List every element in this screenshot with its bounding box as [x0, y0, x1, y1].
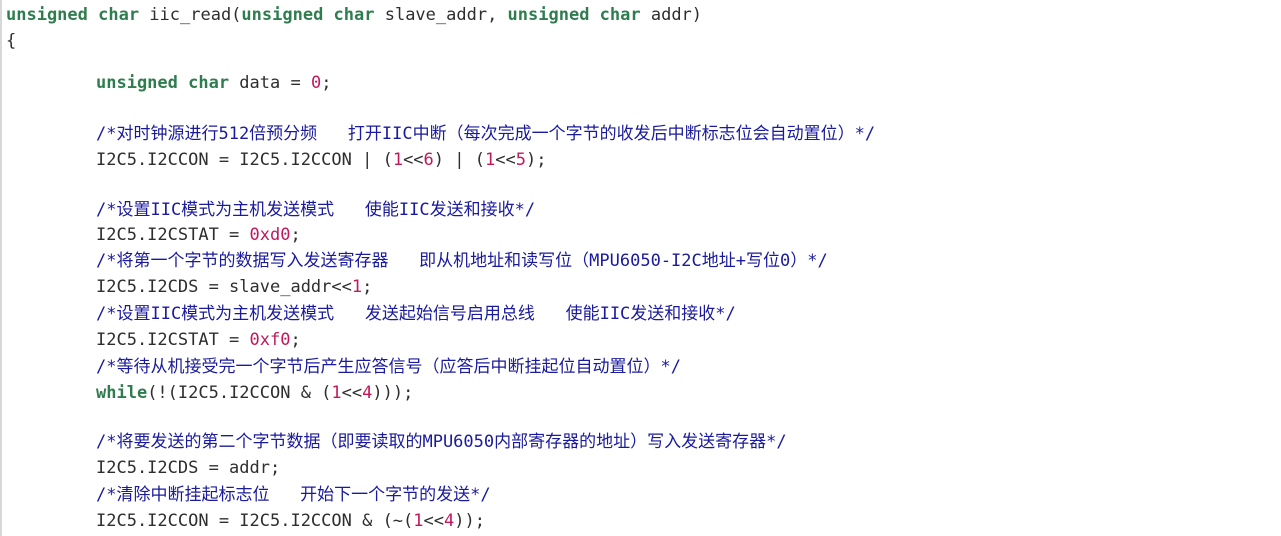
- code-text: I2C5.I2CSTAT =: [96, 225, 250, 245]
- number: 0xf0: [249, 330, 291, 350]
- number: 6: [423, 150, 434, 170]
- function-signature-line: unsigned char iic_read(unsigned char sla…: [6, 2, 702, 28]
- number: 0xd0: [249, 225, 291, 245]
- number: 1: [484, 150, 496, 170]
- code-line: I2C5.I2CCON = I2C5.I2CCON | (1<<6) | (1<…: [96, 147, 546, 173]
- code-line: I2C5.I2CDS = slave_addr<<1;: [96, 274, 372, 300]
- code-text: <<: [423, 511, 445, 531]
- number: 4: [362, 383, 373, 403]
- comment-line: /*将要发送的第二个字节数据（即要读取的MPU6050内部寄存器的地址）写入发送…: [96, 432, 787, 452]
- number: 0: [310, 73, 322, 93]
- brace-open-line: {: [6, 28, 16, 54]
- number: 5: [515, 150, 526, 170]
- code-text: ;: [321, 73, 332, 93]
- keyword: unsigned char: [6, 5, 140, 25]
- code-text: ) | (: [433, 150, 485, 170]
- keyword: unsigned char: [241, 5, 375, 25]
- comment-line: /*清除中断挂起标志位 开始下一个字节的发送*/: [96, 485, 491, 505]
- code-text: )));: [372, 383, 414, 403]
- keyword: while: [96, 383, 148, 403]
- code-text: data =: [229, 73, 311, 93]
- code-text: <<: [403, 150, 424, 170]
- number: 1: [413, 511, 424, 531]
- number: 1: [351, 277, 363, 297]
- code-text: I2C5.I2CDS = slave_addr<<: [96, 277, 352, 297]
- code-line: I2C5.I2CSTAT = 0xd0;: [96, 222, 301, 248]
- declaration-line: unsigned char data = 0;: [96, 70, 331, 96]
- code-editor[interactable]: unsigned char iic_read(unsigned char sla…: [0, 0, 1281, 536]
- code-text: ;: [362, 277, 373, 297]
- param: slave_addr,: [374, 5, 508, 25]
- code-text: I2C5.I2CCON = I2C5.I2CCON & (~(: [96, 511, 414, 531]
- keyword: unsigned char: [507, 5, 641, 25]
- code-text: <<: [495, 150, 516, 170]
- code-text: I2C5.I2CSTAT =: [96, 330, 250, 350]
- comment-line: /*设置IIC模式为主机发送模式 使能IIC发送和接收*/: [96, 200, 536, 220]
- brace: {: [6, 31, 17, 51]
- keyword: unsigned char: [96, 73, 230, 93]
- code-line: I2C5.I2CDS = addr;: [96, 458, 281, 478]
- code-line: I2C5.I2CSTAT = 0xf0;: [96, 327, 301, 353]
- code-text: I2C5.I2CCON = I2C5.I2CCON | (: [96, 150, 393, 170]
- comment-line: /*等待从机接受完一个字节后产生应答信号（应答后中断挂起位自动置位）*/: [96, 357, 681, 377]
- number: 1: [392, 150, 404, 170]
- code-text: ));: [454, 511, 485, 531]
- code-text: ;: [290, 225, 301, 245]
- while-line: while(!(I2C5.I2CCON & (1<<4)));: [96, 380, 413, 406]
- code-line: I2C5.I2CCON = I2C5.I2CCON & (~(1<<4));: [96, 508, 485, 534]
- comment-line: /*对时钟源进行512倍预分频 打开IIC中断（每次完成一个字节的收发后中断标志…: [96, 124, 876, 144]
- code-text: (!(I2C5.I2CCON & (: [147, 383, 332, 403]
- editor-left-border: [0, 0, 2, 536]
- param: addr): [640, 5, 703, 25]
- number: 1: [331, 383, 342, 403]
- function-name: iic_read(: [139, 5, 242, 25]
- code-text: <<: [341, 383, 363, 403]
- comment-line: /*设置IIC模式为主机发送模式 发送起始信号启用总线 使能IIC发送和接收*/: [96, 304, 736, 324]
- code-text: );: [525, 150, 547, 170]
- code-text: ;: [290, 330, 301, 350]
- comment-line: /*将第一个字节的数据写入发送寄存器 即从机地址和读写位（MPU6050-I2C…: [96, 251, 828, 271]
- number: 4: [444, 511, 455, 531]
